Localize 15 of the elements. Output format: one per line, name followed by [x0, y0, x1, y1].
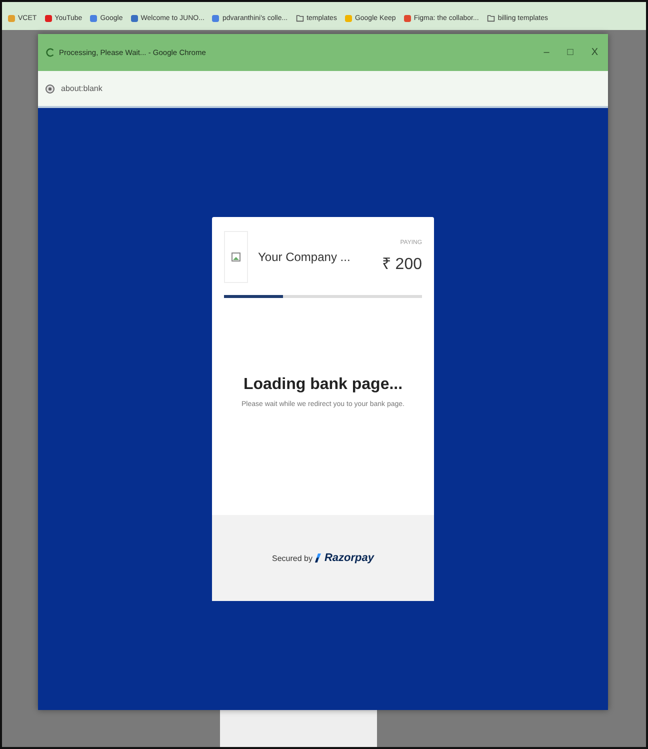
broken-image-icon	[224, 231, 248, 283]
window-control-button[interactable]: –	[542, 47, 552, 58]
razorpay-logo-icon	[315, 553, 322, 563]
brand-name: Razorpay	[324, 552, 374, 564]
folder-icon	[486, 14, 495, 22]
amount: ₹ 200	[382, 255, 422, 274]
window-control-button[interactable]: X	[589, 47, 600, 58]
loading-icon	[46, 48, 55, 57]
folder-icon	[296, 14, 304, 22]
page-info-icon[interactable]	[45, 84, 55, 94]
secured-by-text: Secured by	[272, 554, 312, 562]
address-text: about:blank	[61, 84, 102, 93]
window-control-button[interactable]: □	[565, 47, 576, 58]
merchant-name: Your Company ...	[258, 250, 350, 264]
loading-heading: Loading bank page...	[243, 376, 403, 394]
